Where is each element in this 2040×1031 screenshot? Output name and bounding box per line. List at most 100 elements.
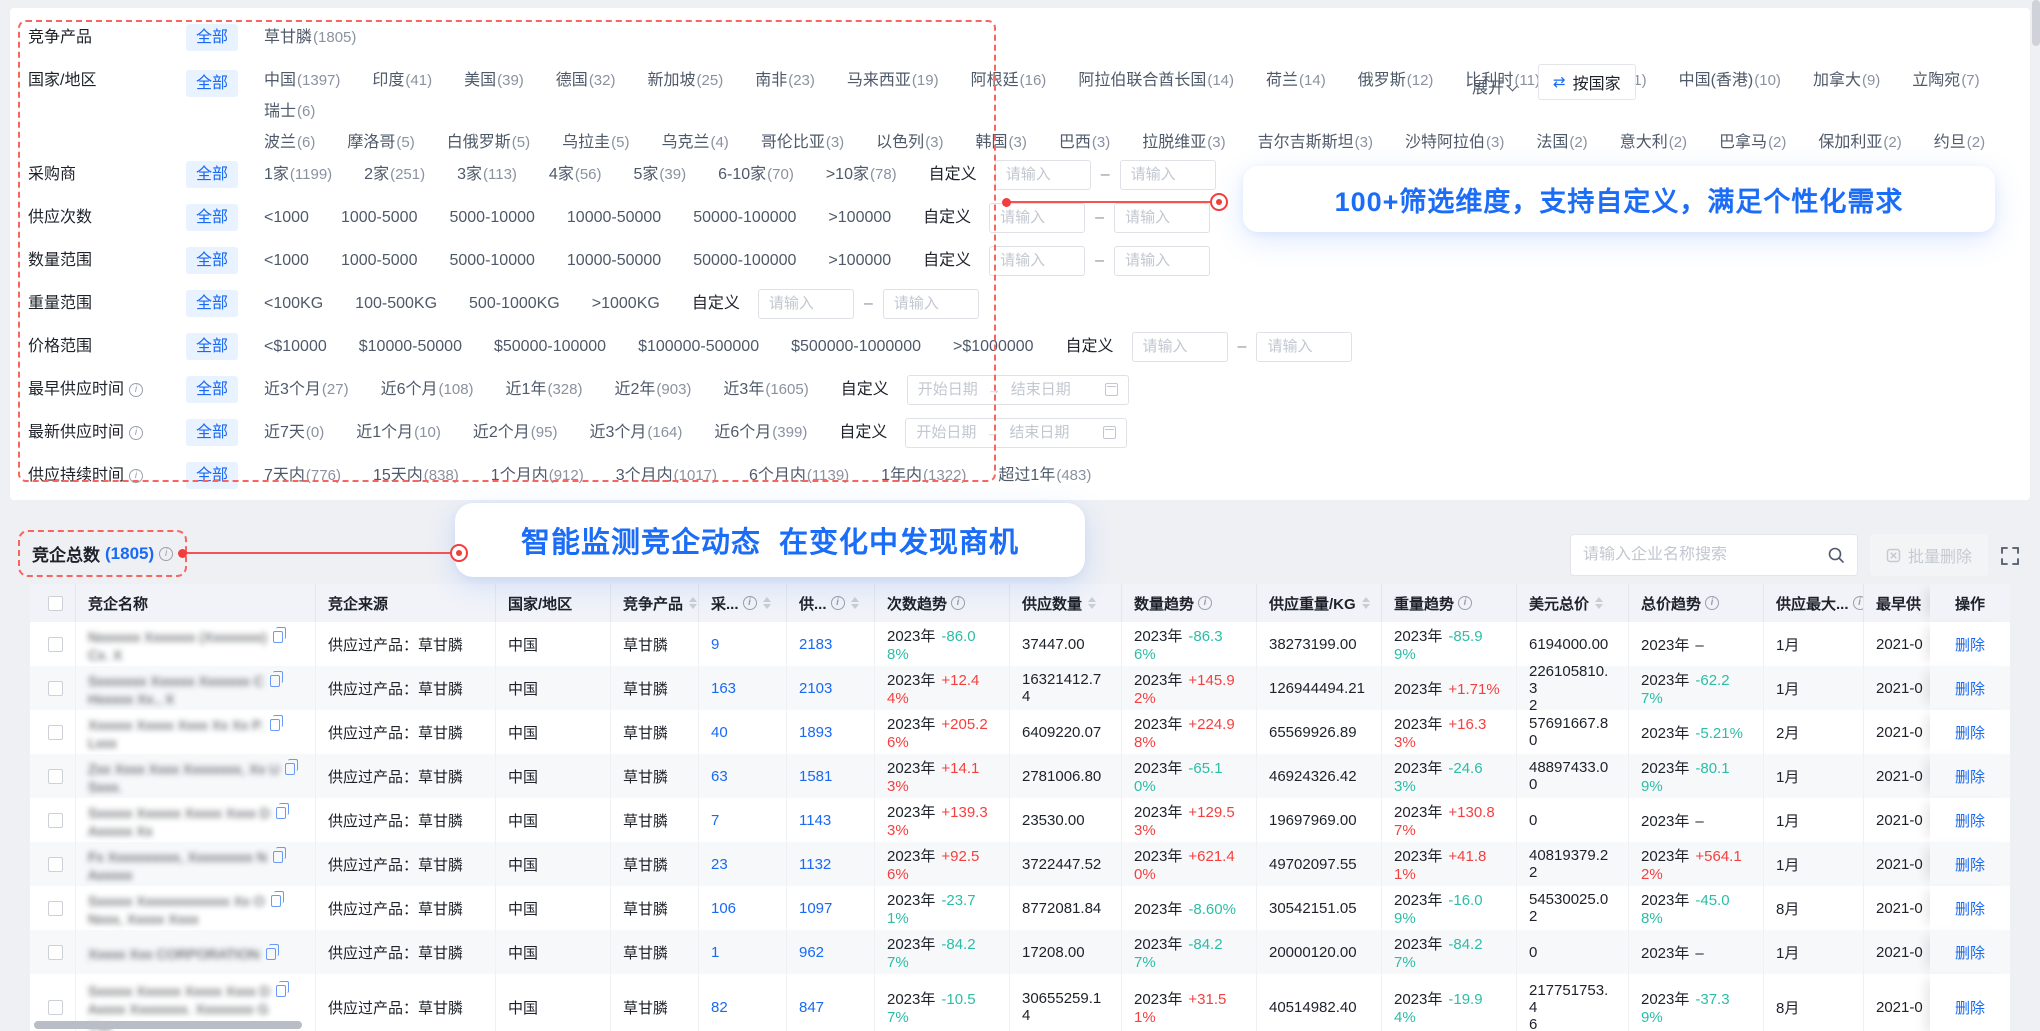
filter-option[interactable]: 近6个月(399) (714, 422, 807, 443)
filter-option[interactable]: 吉尔吉斯斯坦(3) (1258, 132, 1373, 153)
filter-option[interactable]: 波兰(6) (264, 132, 315, 153)
filter-option[interactable]: $50000-100000 (494, 336, 606, 357)
buyer-count-link[interactable]: 9 (699, 622, 787, 666)
filter-option[interactable]: 500-1000KG (469, 293, 560, 314)
filter-option[interactable]: 意大利(2) (1620, 132, 1687, 153)
copy-icon[interactable] (266, 948, 276, 960)
select-all-checkbox[interactable] (48, 596, 63, 611)
copy-icon[interactable] (273, 631, 283, 643)
filter-option[interactable]: 巴西(3) (1059, 132, 1110, 153)
column-header[interactable]: 美元总价 (1517, 584, 1629, 622)
filter-option[interactable]: $100000-500000 (638, 336, 759, 357)
filter-option[interactable]: 巴拿马(2) (1719, 132, 1786, 153)
filter-option[interactable]: 保加利亚(2) (1818, 132, 1901, 153)
filter-option[interactable]: 阿拉伯联合酋长国(14) (1078, 70, 1234, 91)
buyer-count-link[interactable]: 163 (699, 666, 787, 710)
filter-all-tag[interactable]: 全部 (186, 333, 238, 360)
filter-option[interactable]: 7天内(776) (264, 465, 341, 486)
by-country-button[interactable]: ⇄ 按国家 (1538, 64, 1636, 100)
delete-row-link[interactable]: 删除 (1955, 854, 1985, 875)
custom-option[interactable]: 自定义 (923, 207, 971, 228)
row-checkbox[interactable] (48, 725, 63, 740)
filter-option[interactable]: 阿根廷(16) (971, 70, 1047, 91)
filter-option[interactable]: 超过1年(483) (998, 465, 1091, 486)
copy-icon[interactable] (270, 719, 280, 731)
column-header[interactable]: 供应数量 (1010, 584, 1122, 622)
filter-option[interactable]: 近1个月(10) (356, 422, 441, 443)
custom-option[interactable]: 自定义 (839, 422, 887, 443)
info-icon[interactable]: i (129, 426, 143, 440)
filter-option[interactable]: <100KG (264, 293, 323, 314)
copy-icon[interactable] (276, 807, 286, 819)
buyer-count-link[interactable]: 23 (699, 842, 787, 886)
filter-option[interactable]: 1000-5000 (341, 250, 418, 271)
filter-option[interactable]: >100000 (828, 207, 891, 228)
filter-option[interactable]: 近1年(328) (506, 379, 583, 400)
filter-all-tag[interactable]: 全部 (186, 290, 238, 317)
sort-icon[interactable] (1362, 597, 1370, 609)
range-input-max[interactable] (1114, 246, 1210, 276)
custom-option[interactable]: 自定义 (929, 164, 977, 185)
filter-option[interactable]: 中国(香港)(10) (1679, 70, 1781, 91)
filter-all-tag[interactable]: 全部 (186, 70, 238, 97)
filter-option[interactable]: 韩国(3) (976, 132, 1027, 153)
row-checkbox[interactable] (48, 945, 63, 960)
supply-count-link[interactable]: 1581 (787, 754, 875, 798)
supply-count-link[interactable]: 1143 (787, 798, 875, 842)
info-icon[interactable]: i (951, 596, 965, 610)
filter-option[interactable]: 近2个月(95) (473, 422, 558, 443)
custom-option[interactable]: 自定义 (1066, 336, 1114, 357)
filter-option[interactable]: 10000-50000 (567, 250, 661, 271)
info-icon[interactable]: i (129, 383, 143, 397)
filter-option[interactable]: 近3个月(164) (589, 422, 682, 443)
sort-icon[interactable] (1595, 597, 1603, 609)
delete-row-link[interactable]: 删除 (1955, 898, 1985, 919)
filter-option[interactable]: 法国(2) (1536, 132, 1587, 153)
filter-option[interactable]: 印度(41) (372, 70, 432, 91)
filter-option[interactable]: 荷兰(14) (1266, 70, 1326, 91)
filter-option[interactable]: 6个月内(1139) (749, 465, 849, 486)
filter-option[interactable]: 100-500KG (355, 293, 437, 314)
filter-option[interactable]: 摩洛哥(5) (347, 132, 414, 153)
filter-option[interactable]: 南非(23) (755, 70, 815, 91)
delete-row-link[interactable]: 删除 (1955, 997, 1985, 1018)
info-icon[interactable]: i (1853, 596, 1864, 610)
delete-row-link[interactable]: 删除 (1955, 722, 1985, 743)
range-input-max[interactable] (883, 289, 979, 319)
row-checkbox[interactable] (48, 813, 63, 828)
filter-option[interactable]: <$10000 (264, 336, 327, 357)
filter-all-tag[interactable]: 全部 (186, 24, 238, 51)
copy-icon[interactable] (273, 851, 283, 863)
row-checkbox[interactable] (48, 769, 63, 784)
row-checkbox[interactable] (48, 681, 63, 696)
filter-option[interactable]: $500000-1000000 (791, 336, 921, 357)
delete-row-link[interactable]: 删除 (1955, 810, 1985, 831)
info-icon[interactable]: i (743, 596, 757, 610)
filter-option[interactable]: 6-10家(70) (718, 164, 794, 185)
copy-icon[interactable] (271, 895, 281, 907)
date-range-picker[interactable]: 开始日期→结束日期 (907, 375, 1129, 405)
filter-option[interactable]: 1家(1199) (264, 164, 332, 185)
column-header[interactable]: 竞争产品 (611, 584, 699, 622)
delete-row-link[interactable]: 删除 (1955, 634, 1985, 655)
delete-row-link[interactable]: 删除 (1955, 678, 1985, 699)
filter-option[interactable]: 近6个月(108) (381, 379, 474, 400)
filter-option[interactable]: 1000-5000 (341, 207, 418, 228)
supply-count-link[interactable]: 1097 (787, 886, 875, 930)
filter-all-tag[interactable]: 全部 (186, 247, 238, 274)
filter-option[interactable]: 德国(32) (556, 70, 616, 91)
range-input-max[interactable] (1120, 160, 1216, 190)
filter-option[interactable]: 白俄罗斯(5) (447, 132, 530, 153)
filter-option[interactable]: >100000 (828, 250, 891, 271)
filter-option[interactable]: 加拿大(9) (1813, 70, 1880, 91)
vertical-scrollbar[interactable] (2032, 0, 2040, 46)
copy-icon[interactable] (270, 675, 280, 687)
filter-option[interactable]: 5000-10000 (449, 207, 534, 228)
filter-option[interactable]: 5000-10000 (449, 250, 534, 271)
filter-option[interactable]: 沙特阿拉伯(3) (1405, 132, 1504, 153)
filter-all-tag[interactable]: 全部 (186, 204, 238, 231)
custom-option[interactable]: 自定义 (692, 293, 740, 314)
buyer-count-link[interactable]: 106 (699, 886, 787, 930)
delete-row-link[interactable]: 删除 (1955, 942, 1985, 963)
filter-option[interactable]: 瑞士(6) (264, 101, 315, 122)
